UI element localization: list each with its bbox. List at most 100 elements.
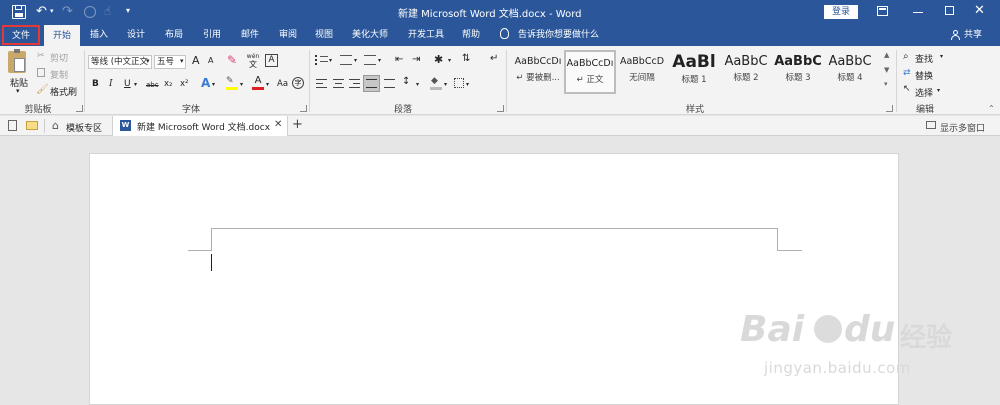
styles-scroll-down-icon[interactable]: ▼ bbox=[884, 66, 889, 74]
grow-font-icon[interactable]: A bbox=[192, 54, 200, 67]
format-painter-button[interactable]: 格式刷 bbox=[50, 85, 77, 98]
clear-format-icon[interactable]: ✎ bbox=[227, 53, 237, 67]
align-right-icon[interactable] bbox=[349, 79, 360, 88]
phonetic-guide-icon[interactable]: wén 文 bbox=[246, 52, 260, 69]
text-effects-icon[interactable]: A bbox=[201, 76, 210, 90]
shrink-font-icon[interactable]: A bbox=[208, 56, 213, 65]
font-name-combo[interactable]: 等线 (中文正文 bbox=[88, 55, 152, 69]
tab-view[interactable]: 视图 bbox=[308, 24, 340, 46]
underline-dropdown-icon[interactable]: ▾ bbox=[134, 81, 137, 88]
cut-button[interactable]: 剪切 bbox=[50, 51, 68, 64]
highlight-dropdown-icon[interactable]: ▾ bbox=[240, 81, 243, 88]
styles-scroll-up-icon[interactable]: ▲ bbox=[884, 51, 889, 59]
paste-icon[interactable] bbox=[8, 49, 26, 73]
tab-home[interactable]: 开始 bbox=[44, 25, 80, 46]
superscript-icon[interactable]: x² bbox=[180, 79, 188, 89]
close-icon[interactable]: ✕ bbox=[974, 3, 985, 18]
multi-window-button[interactable]: 显示多窗口 bbox=[940, 121, 985, 134]
underline-icon[interactable]: U bbox=[124, 79, 131, 89]
chinese-layout-dropdown-icon[interactable]: ▾ bbox=[448, 57, 451, 64]
align-left-icon[interactable] bbox=[316, 79, 327, 88]
borders-icon[interactable] bbox=[454, 78, 464, 88]
highlight-icon[interactable]: ✎ bbox=[226, 76, 238, 90]
bullets-icon[interactable] bbox=[315, 55, 328, 65]
style-item-selected[interactable]: AaBbCcDı ↵ 正文 bbox=[564, 50, 616, 94]
folder-icon[interactable] bbox=[26, 121, 38, 130]
align-center-icon[interactable] bbox=[333, 79, 344, 88]
paste-dropdown-icon[interactable]: ▾ bbox=[16, 87, 20, 95]
shading-icon[interactable]: ◆ bbox=[430, 76, 442, 90]
tell-me-input[interactable]: 告诉我你想要做什么 bbox=[518, 24, 608, 46]
replace-button[interactable]: 替换 bbox=[915, 69, 933, 82]
style-item[interactable]: AaBbCcDı ↵ 要被删... bbox=[512, 50, 564, 94]
select-dropdown-icon[interactable]: ▾ bbox=[937, 87, 940, 94]
clipboard-launcher-icon[interactable] bbox=[76, 105, 83, 112]
text-effects-dropdown-icon[interactable]: ▾ bbox=[212, 81, 215, 88]
tab-layout[interactable]: 布局 bbox=[158, 24, 190, 46]
undo-icon[interactable]: ↶ bbox=[36, 4, 47, 19]
tab-design[interactable]: 设计 bbox=[120, 24, 152, 46]
find-dropdown-icon[interactable]: ▾ bbox=[940, 53, 943, 60]
tab-file[interactable]: 文件 bbox=[2, 25, 40, 45]
font-launcher-icon[interactable] bbox=[300, 105, 307, 112]
strikethrough-icon[interactable]: abc bbox=[146, 81, 159, 89]
font-color-dropdown-icon[interactable]: ▾ bbox=[266, 81, 269, 88]
styles-launcher-icon[interactable] bbox=[886, 105, 893, 112]
increase-indent-icon[interactable]: ⇥ bbox=[412, 54, 420, 65]
show-marks-icon[interactable]: ↵ bbox=[490, 53, 498, 64]
share-button[interactable]: 共享 bbox=[962, 24, 984, 46]
paragraph-launcher-icon[interactable] bbox=[497, 105, 504, 112]
restore-icon[interactable] bbox=[945, 6, 954, 15]
subscript-icon[interactable]: x₂ bbox=[164, 79, 172, 89]
tab-mailings[interactable]: 邮件 bbox=[234, 24, 266, 46]
style-item[interactable]: AaBbC 标题 4 bbox=[824, 50, 876, 94]
bold-icon[interactable]: B bbox=[92, 79, 99, 89]
style-item[interactable]: AaBbC 标题 2 bbox=[720, 50, 772, 94]
font-color-icon[interactable]: A bbox=[252, 75, 264, 90]
style-item[interactable]: AaBbCcD 无间隔 bbox=[616, 50, 668, 94]
tab-beautify[interactable]: 美化大师 bbox=[346, 24, 394, 46]
numbering-dropdown-icon[interactable]: ▾ bbox=[354, 57, 357, 64]
document-tab[interactable]: W 新建 Microsoft Word 文档.docx ✕ bbox=[112, 116, 288, 136]
template-tab[interactable]: 模板专区 bbox=[66, 121, 102, 134]
char-border-icon[interactable]: A bbox=[265, 54, 278, 67]
save-icon[interactable] bbox=[12, 5, 26, 19]
style-item[interactable]: AaBl 标题 1 bbox=[668, 50, 720, 94]
styles-more-icon[interactable]: ▾ bbox=[884, 80, 888, 88]
sort-icon[interactable]: ⇅ bbox=[462, 53, 470, 64]
font-name-dropdown-icon[interactable]: ▾ bbox=[146, 57, 150, 65]
shading-dropdown-icon[interactable]: ▾ bbox=[444, 81, 447, 88]
font-size-dropdown-icon[interactable]: ▾ bbox=[180, 57, 184, 65]
enclose-char-icon[interactable]: 字 bbox=[292, 77, 304, 89]
style-item[interactable]: AaBbC 标题 3 bbox=[772, 50, 824, 94]
new-tab-icon[interactable]: + bbox=[292, 117, 303, 132]
ribbon-display-icon[interactable] bbox=[877, 6, 888, 16]
borders-dropdown-icon[interactable]: ▾ bbox=[466, 81, 469, 88]
undo-dropdown-icon[interactable]: ▾ bbox=[50, 7, 54, 15]
find-button[interactable]: 查找 bbox=[915, 52, 933, 65]
minimize-icon[interactable] bbox=[913, 12, 923, 14]
multilevel-list-icon[interactable] bbox=[364, 55, 376, 65]
tab-references[interactable]: 引用 bbox=[196, 24, 228, 46]
bullets-dropdown-icon[interactable]: ▾ bbox=[329, 57, 332, 64]
italic-icon[interactable]: I bbox=[109, 79, 113, 89]
collapse-ribbon-icon[interactable]: ⌃ bbox=[988, 104, 995, 113]
decrease-indent-icon[interactable]: ⇤ bbox=[395, 54, 403, 65]
tab-help[interactable]: 帮助 bbox=[456, 24, 486, 46]
multilevel-dropdown-icon[interactable]: ▾ bbox=[378, 57, 381, 64]
close-tab-icon[interactable]: ✕ bbox=[274, 119, 282, 130]
copy-button[interactable]: 复制 bbox=[50, 68, 68, 81]
customize-icon[interactable]: ▾ bbox=[126, 6, 130, 15]
touch-mode-icon[interactable]: ☝ bbox=[104, 4, 111, 18]
chinese-layout-icon[interactable]: ✱ bbox=[434, 53, 443, 66]
distributed-icon[interactable] bbox=[384, 79, 395, 88]
numbering-icon[interactable] bbox=[340, 55, 352, 65]
line-spacing-icon[interactable]: ↕ bbox=[402, 76, 410, 87]
line-spacing-dropdown-icon[interactable]: ▾ bbox=[416, 81, 419, 88]
tab-developer[interactable]: 开发工具 bbox=[402, 24, 450, 46]
new-doc-icon[interactable] bbox=[8, 120, 17, 131]
aa-icon[interactable]: Aa bbox=[277, 79, 288, 89]
tab-insert[interactable]: 插入 bbox=[84, 24, 114, 46]
login-button[interactable]: 登录 bbox=[824, 5, 858, 19]
select-button[interactable]: 选择 bbox=[915, 86, 933, 99]
